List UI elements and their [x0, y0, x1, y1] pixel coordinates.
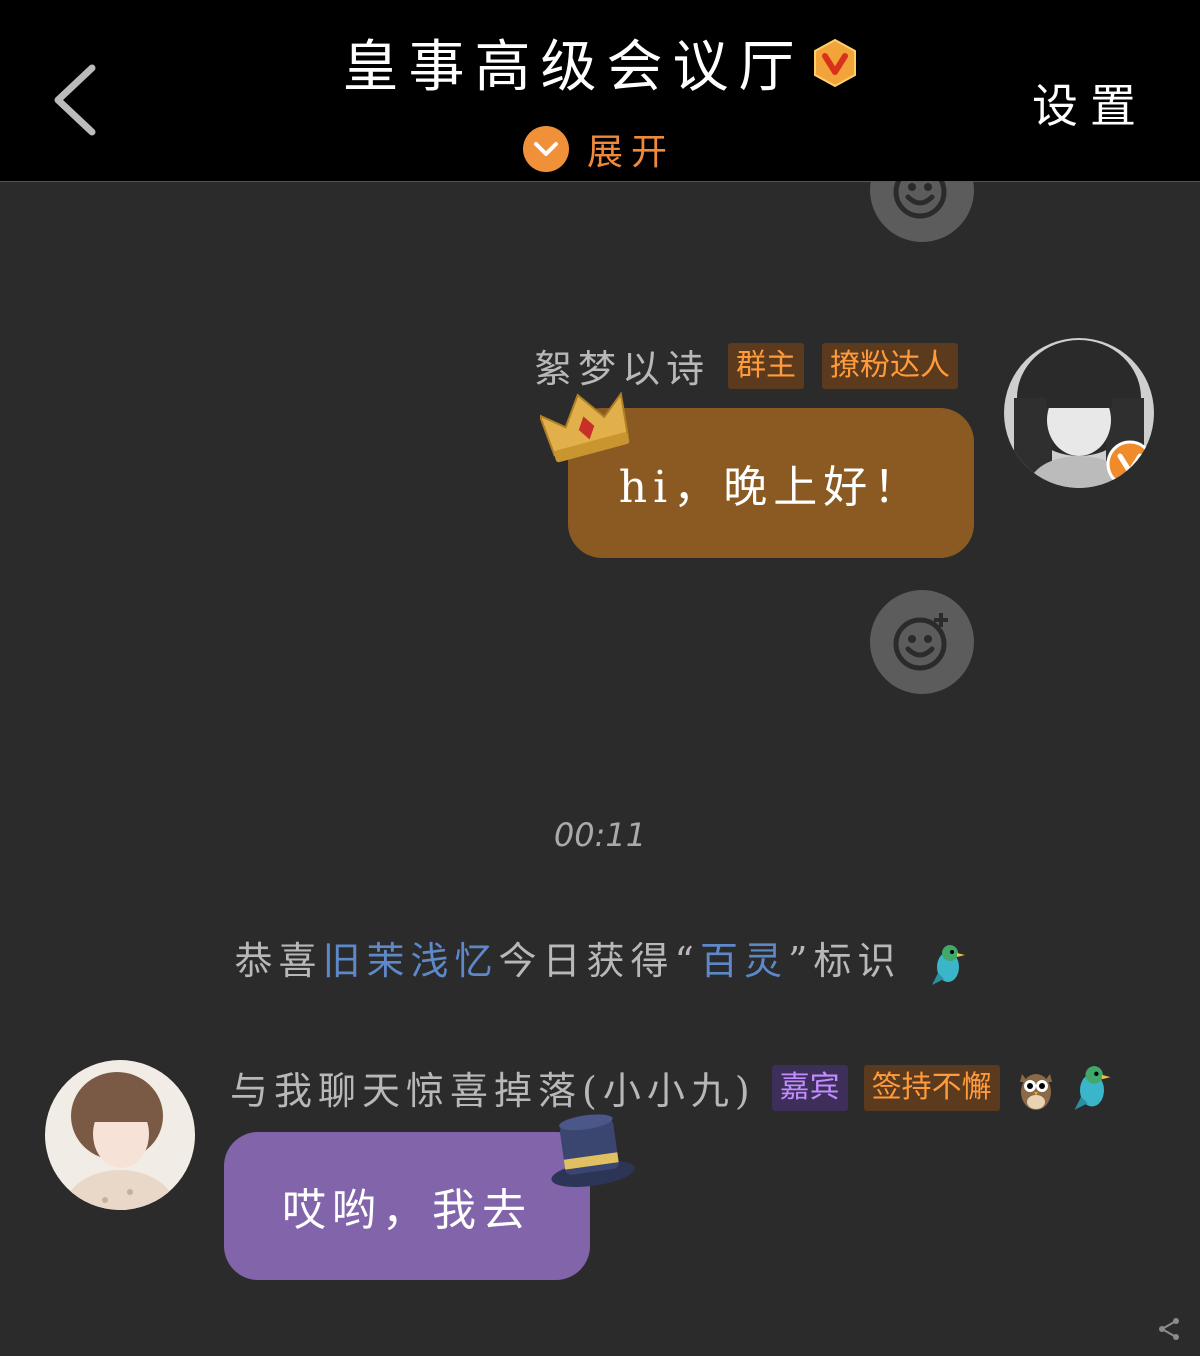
chevron-down-icon — [523, 126, 569, 172]
notice-user-link[interactable]: 旧茉浅忆 — [323, 939, 499, 983]
avatar[interactable] — [1004, 338, 1154, 488]
notice-suffix: ”标识 — [787, 939, 902, 983]
top-hat-icon — [551, 1114, 635, 1188]
sender-name[interactable]: 絮梦以诗 — [534, 338, 710, 393]
share-icon — [1159, 1318, 1179, 1340]
settings-button[interactable]: 设置 — [1032, 70, 1148, 136]
badge-tag: 撩粉达人 — [822, 342, 959, 389]
avatar[interactable] — [45, 1060, 195, 1210]
smile-plus-icon — [893, 613, 948, 671]
notice-badge-name: 百灵 — [699, 939, 788, 983]
v-badge-icon — [1106, 440, 1154, 488]
role-tag: 嘉宾 — [771, 1064, 848, 1111]
time-divider: 00:11 — [553, 816, 647, 854]
sender-header: 与我聊天惊喜掉落(小小九) 嘉宾 签持不懈 — [230, 1060, 1112, 1115]
owl-icon — [1019, 1073, 1052, 1110]
bird-icon — [1074, 1065, 1111, 1110]
page-title: 皇事高级会议厅 — [342, 35, 805, 100]
system-notice: 恭喜旧茉浅忆今日获得“百灵”标识 — [0, 930, 1200, 987]
expand-button[interactable]: 展开 — [523, 124, 675, 174]
notice-prefix: 恭喜 — [234, 939, 323, 983]
message-bubble[interactable]: 哎哟，我去 — [224, 1132, 590, 1280]
sender-header: 絮梦以诗 群主 撩粉达人 — [534, 338, 959, 393]
title-row: 皇事高级会议厅 — [0, 22, 1200, 103]
role-tag: 群主 — [728, 342, 805, 389]
crown-icon — [540, 391, 630, 463]
badge-tag: 签持不懈 — [863, 1064, 1000, 1111]
expand-label: 展开 — [587, 132, 676, 173]
emoji-react-button[interactable] — [870, 590, 974, 694]
bird-icon — [931, 944, 965, 985]
top-bar: 皇事高级会议厅 展开 设置 — [0, 0, 1200, 182]
v-badge-icon — [813, 38, 856, 87]
sender-name[interactable]: 与我聊天惊喜掉落(小小九) — [230, 1060, 756, 1115]
notice-middle: 今日获得“ — [498, 939, 700, 983]
